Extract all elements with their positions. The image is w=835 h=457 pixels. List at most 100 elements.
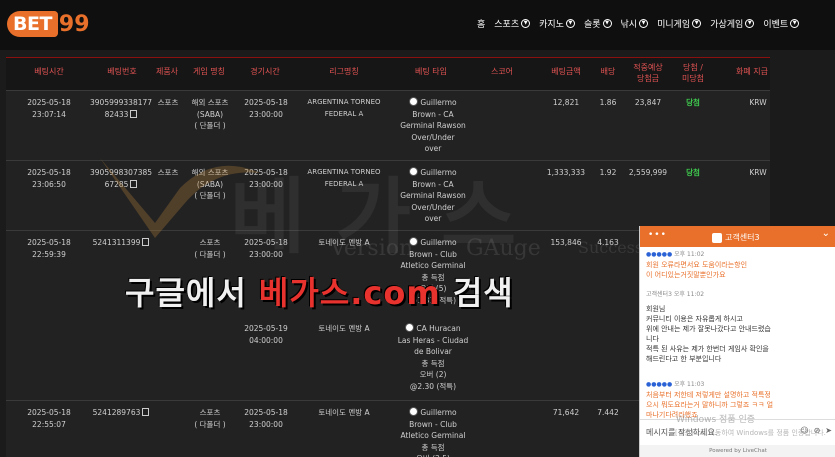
cell-league: 토네이도 멘방 A (318, 238, 370, 247)
chat-title-label: 고객센터3 (725, 233, 760, 242)
chevron-down-icon: ▼ (565, 19, 575, 28)
message-time: 오후 11:02 (673, 291, 705, 298)
cell-bet-id: 3905999338177 82433 (90, 97, 152, 120)
cell-sub-bet-type: CA Huracan Las Heras - Ciudad de Bolivar… (396, 323, 470, 392)
chat-message: 고객센터3 오후 11:02 회원님 커뮤니티 이용은 자유롭게 하시고 위에 … (646, 290, 826, 364)
cell-bet-id: 5241289763 (90, 407, 152, 419)
cell-payout: 2,559,999 (628, 168, 668, 177)
cell-bet-time: 2025-05-18 22:55:07 (27, 408, 71, 429)
header-game-name: 게임 명칭 (193, 67, 225, 76)
cell-result: 당첨 (686, 168, 700, 177)
main-nav: 홈 스포츠 ▼ 카지노 ▼ 슬롯 ▼ 낚시 ▼ 미니게임 ▼ 가상게임 ▼ 이벤트 ▼ (477, 17, 800, 30)
logo-bet: BET (7, 11, 58, 37)
bet-id-text: 3905999338177 82433 (90, 98, 153, 119)
table-row[interactable]: 2025-05-18 23:07:14 3905999338177 82433 … (6, 90, 770, 161)
nav-sports-label: 스포츠 (494, 20, 520, 30)
agent-avatar (712, 232, 722, 243)
cell-league: 토네이도 멘방 A (318, 408, 370, 417)
bet-type-text: Guillermo Brown - Club Atletico Germinal… (400, 238, 466, 305)
bet-type-text: Guillermo Brown - CA Germinal Rawson Ove… (400, 98, 466, 153)
nav-sports[interactable]: 스포츠 ▼ (494, 17, 531, 30)
top-navigation-bar: BET 99 홈 스포츠 ▼ 카지노 ▼ 슬롯 ▼ 낚시 ▼ 미니게임 ▼ 가상게임 ▼ 이… (0, 0, 835, 50)
cell-vendor: 스포츠 (157, 168, 179, 177)
nav-home-label: 홈 (477, 20, 486, 30)
cell-bet-time: 2025-05-18 23:07:14 (27, 98, 71, 119)
cell-odds: 7.442 (597, 408, 619, 417)
cell-league: ARGENTINA TORNEO FEDERAL A (307, 98, 381, 118)
chat-footer: Powered by LiveChat (640, 445, 835, 457)
header-currency: 화폐 지급 (736, 67, 768, 76)
cell-bet-type: Guillermo Brown - CA Germinal Rawson Ove… (396, 97, 470, 155)
bet-type-text: Guillermo Brown - CA Germinal Rawson Ove… (400, 168, 466, 223)
chevron-down-icon: ▼ (521, 19, 531, 28)
nav-virtual-label: 가상게임 (710, 20, 744, 30)
header-vendor: 제품사 (155, 67, 179, 76)
bet-id-text: 3905998307385 67285 (90, 168, 153, 189)
cell-amount: 153,846 (550, 238, 582, 247)
message-time: 오후 11:03 (674, 381, 705, 388)
cell-league: ARGENTINA TORNEO FEDERAL A (307, 168, 381, 188)
chat-header: ••• 고객센터3 ⌄ (640, 226, 835, 247)
copy-icon[interactable] (130, 179, 138, 188)
nav-event[interactable]: 이벤트 ▼ (763, 17, 800, 30)
copy-icon[interactable] (130, 109, 138, 118)
send-icon[interactable]: ➤ (825, 426, 832, 435)
cell-amount: 1,333,333 (546, 168, 586, 177)
copy-icon[interactable] (142, 238, 150, 246)
nav-slot-label: 슬롯 (583, 20, 601, 30)
header-result: 당첨 / 미당첨 (681, 63, 705, 83)
sender-name: 고객센터3 (646, 291, 672, 298)
message-meta: ●●●●● 오후 11:03 (646, 380, 826, 390)
nav-minigame[interactable]: 미니게임 ▼ (657, 17, 702, 30)
sub-bet-type-text: CA Huracan Las Heras - Ciudad de Bolivar… (397, 324, 469, 391)
cell-bet-time: 2025-05-18 22:59:39 (27, 238, 71, 259)
chevron-down-icon: ▼ (602, 19, 612, 28)
cell-vendor: 스포츠 (157, 98, 179, 107)
cell-bet-type: Guillermo Brown - CA Germinal Rawson Ove… (396, 167, 470, 225)
message-time: 오후 11:02 (674, 251, 705, 258)
nav-home[interactable]: 홈 (477, 17, 485, 30)
nav-event-label: 이벤트 (763, 20, 789, 30)
header-bet-type: 베팅 타입 (415, 67, 447, 76)
cell-sub-match-time: 2025-05-19 04:00:00 (244, 324, 288, 345)
cell-odds: 4.163 (597, 238, 619, 247)
cell-match-time: 2025-05-18 23:00:00 (244, 168, 288, 189)
header-expected-payout: 적중예상 당첨금 (633, 63, 663, 83)
cell-bet-id: 5241311399 (90, 237, 152, 249)
header-bet-id: 베팅번호 (107, 67, 137, 76)
chevron-down-icon: ▼ (745, 19, 755, 28)
more-options-icon[interactable]: ••• (648, 230, 667, 240)
nav-casino[interactable]: 카지노 ▼ (539, 17, 575, 30)
nav-slot[interactable]: 슬롯 ▼ (584, 17, 612, 30)
soccer-ball-icon (409, 407, 419, 416)
cell-odds: 1.92 (599, 168, 617, 177)
cell-bet-id: 3905998307385 67285 (90, 167, 152, 190)
header-bet-time: 베팅시간 (34, 67, 64, 76)
copy-icon[interactable] (142, 408, 150, 416)
soccer-ball-icon (409, 167, 419, 176)
nav-virtual[interactable]: 가상게임 ▼ (710, 17, 755, 30)
cell-currency: KRW (749, 98, 767, 107)
chevron-down-icon: ▼ (692, 19, 702, 28)
cell-game-name: 해외 스포츠 (SABA) ( 단폴더 ) (191, 98, 229, 130)
site-logo[interactable]: BET 99 (7, 10, 90, 38)
sender-name: ●●●●● (646, 251, 673, 258)
cell-match-time: 2025-05-18 23:00:00 (244, 408, 288, 429)
bet-id-text: 5241289763 (92, 408, 141, 417)
windows-activation-title: Windows 정품 인증 (676, 415, 756, 425)
logo-99: 99 (58, 11, 90, 37)
chevron-down-icon[interactable]: ⌄ (822, 228, 830, 239)
cell-game-name: 스포츠 ( 다폴더 ) (194, 238, 226, 259)
nav-casino-label: 카지노 (539, 20, 564, 30)
chevron-down-icon: ▼ (639, 19, 649, 28)
cell-amount: 71,642 (552, 408, 580, 417)
soccer-ball-icon (405, 323, 415, 332)
message-meta: ●●●●● 오후 11:02 (646, 250, 826, 260)
nav-fishing[interactable]: 낚시 ▼ (621, 17, 649, 30)
chevron-down-icon: ▼ (790, 19, 800, 28)
soccer-ball-icon (409, 237, 419, 246)
cell-game-name: 해외 스포츠 (SABA) ( 단폴더 ) (191, 168, 229, 200)
chat-message: ●●●●● 오후 11:02 회원 오류라면서요 도움이라는항인 이 어디있는거… (646, 250, 826, 280)
cell-match-time: 2025-05-18 23:00:00 (244, 98, 288, 119)
table-row[interactable]: 2025-05-18 23:06:50 3905998307385 67285 … (6, 160, 770, 231)
